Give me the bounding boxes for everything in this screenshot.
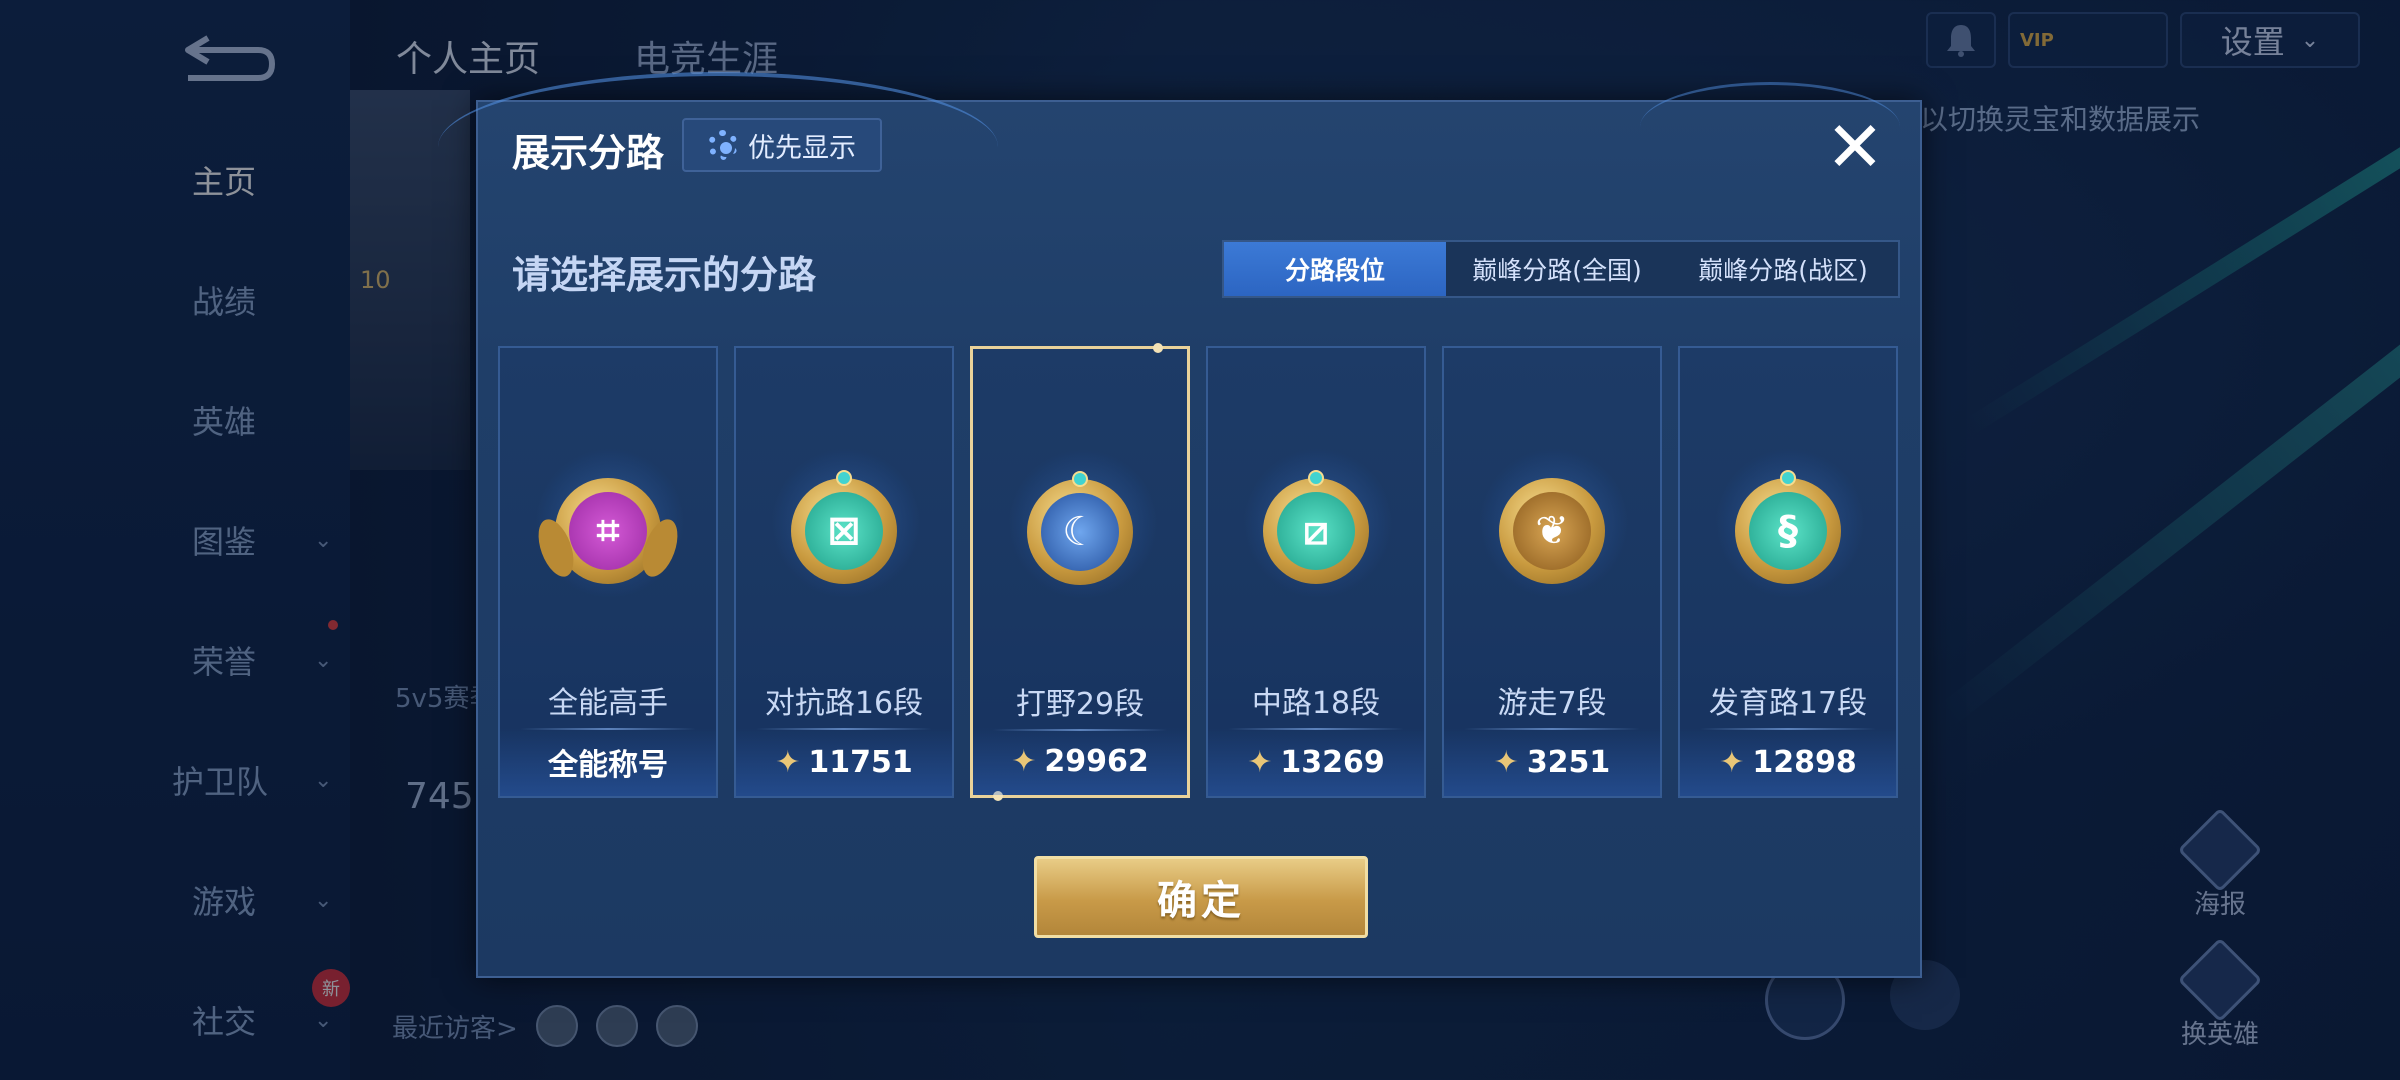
lane-value-text: 全能称号 bbox=[548, 748, 668, 783]
lane-value-text: 11751 bbox=[808, 744, 913, 780]
points-icon: ✦ bbox=[1011, 743, 1037, 779]
gear-icon bbox=[708, 130, 738, 160]
dialog-title: 展示分路 bbox=[512, 131, 665, 175]
lane-card-mid[interactable]: ⧄ 中路18段 ✦ 13269 bbox=[1206, 346, 1426, 798]
jungle-icon: ☾ bbox=[1027, 471, 1133, 585]
clash-lane-icon: ⊠ bbox=[791, 470, 897, 584]
lane-name: 发育路17段 bbox=[1708, 686, 1868, 721]
lane-card-clash[interactable]: ⊠ 对抗路16段 ✦ 11751 bbox=[734, 346, 954, 798]
lane-tabs: 分路段位 巅峰分路(全国) 巅峰分路(战区) bbox=[1222, 240, 1900, 298]
lane-name: 对抗路16段 bbox=[764, 686, 924, 721]
lane-value-text: 12898 bbox=[1752, 744, 1857, 780]
lane-card-all-round[interactable]: ⌗ 全能高手 全能称号 bbox=[498, 346, 718, 798]
lane-name: 全能高手 bbox=[548, 686, 668, 721]
points-icon: ✦ bbox=[1247, 744, 1273, 780]
priority-display-button[interactable]: 优先显示 bbox=[682, 118, 882, 172]
lane-name: 中路18段 bbox=[1251, 686, 1381, 721]
lane-display-dialog: 展示分路 优先显示 ✕ 请选择展示的分路 分路段位 巅峰分路(全国) 巅峰分路(… bbox=[438, 72, 1922, 978]
all-round-icon: ⌗ bbox=[531, 478, 685, 584]
lane-value: 全能称号 bbox=[500, 728, 716, 796]
lane-value-text: 29962 bbox=[1044, 743, 1149, 779]
badge-emblem: ⌗ bbox=[569, 492, 647, 570]
lane-name: 打野29段 bbox=[1015, 687, 1145, 722]
lane-value: ✦ 11751 bbox=[736, 728, 952, 796]
badge-gem bbox=[1308, 470, 1324, 486]
corner-dot bbox=[1153, 343, 1163, 353]
priority-label: 优先显示 bbox=[748, 132, 856, 164]
lane-card-roam[interactable]: ❦ 游走7段 ✦ 3251 bbox=[1442, 346, 1662, 798]
points-icon: ✦ bbox=[775, 744, 801, 780]
tab-lane-rank[interactable]: 分路段位 bbox=[1224, 242, 1446, 296]
lane-value: ✦ 13269 bbox=[1208, 728, 1424, 796]
tab-peak-lane-national[interactable]: 巅峰分路(全国) bbox=[1446, 242, 1668, 296]
badge-emblem: § bbox=[1749, 492, 1827, 570]
points-icon: ✦ bbox=[1493, 744, 1519, 780]
roam-icon: ❦ bbox=[1499, 478, 1605, 584]
lane-value: ✦ 29962 bbox=[973, 727, 1187, 795]
dialog-subtitle: 请选择展示的分路 bbox=[512, 253, 817, 297]
mid-lane-icon: ⧄ bbox=[1263, 470, 1369, 584]
badge-gem bbox=[1072, 471, 1088, 487]
lane-value: ✦ 12898 bbox=[1680, 728, 1896, 796]
confirm-button[interactable]: 确定 bbox=[1034, 856, 1368, 938]
badge-emblem: ☾ bbox=[1041, 493, 1119, 571]
lane-value-text: 3251 bbox=[1526, 744, 1611, 780]
lane-cards: ⌗ 全能高手 全能称号 ⊠ 对抗路16段 ✦ 11751 ☾ 打野29段 ✦ 2… bbox=[498, 343, 1902, 801]
badge-emblem: ❦ bbox=[1513, 492, 1591, 570]
close-button[interactable]: ✕ bbox=[1824, 112, 1886, 182]
lane-card-jungle[interactable]: ☾ 打野29段 ✦ 29962 bbox=[970, 343, 1190, 801]
badge-emblem: ⧄ bbox=[1277, 492, 1355, 570]
badge-emblem: ⊠ bbox=[805, 492, 883, 570]
tab-peak-lane-region[interactable]: 巅峰分路(战区) bbox=[1668, 242, 1898, 296]
close-icon: ✕ bbox=[1825, 106, 1885, 188]
badge-gem bbox=[1780, 470, 1796, 486]
lane-name: 游走7段 bbox=[1497, 686, 1607, 721]
farm-lane-icon: § bbox=[1735, 470, 1841, 584]
badge-gem bbox=[836, 470, 852, 486]
lane-value: ✦ 3251 bbox=[1444, 728, 1660, 796]
points-icon: ✦ bbox=[1719, 744, 1745, 780]
lane-card-farm[interactable]: § 发育路17段 ✦ 12898 bbox=[1678, 346, 1898, 798]
lane-value-text: 13269 bbox=[1280, 744, 1385, 780]
